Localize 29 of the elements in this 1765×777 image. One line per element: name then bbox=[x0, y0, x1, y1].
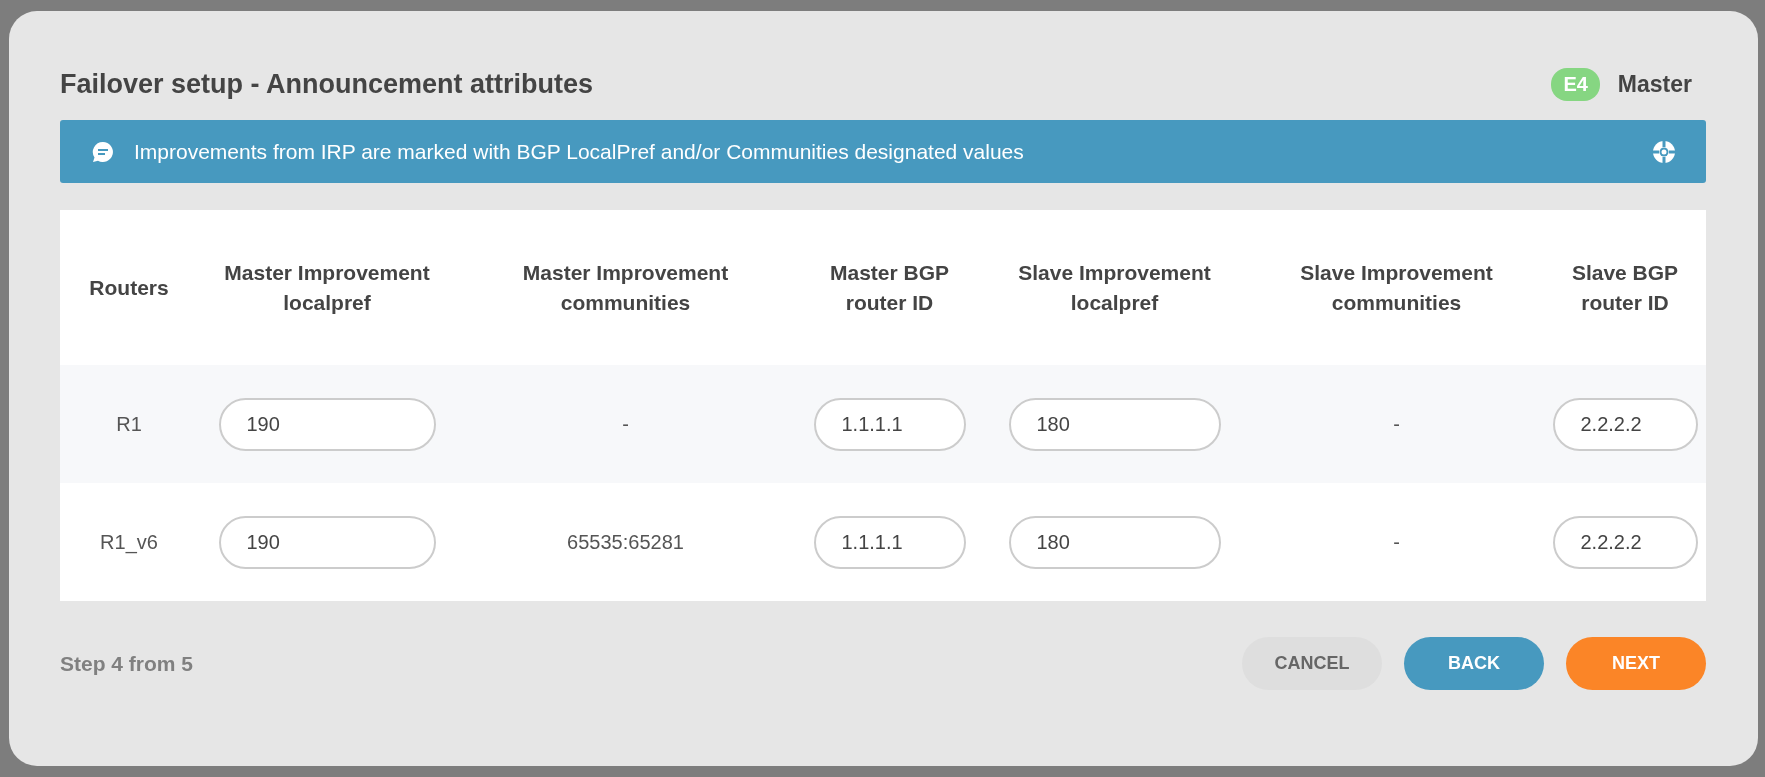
text-field[interactable]: 190 bbox=[218, 397, 436, 451]
table-cell: R1_v6 bbox=[100, 530, 158, 554]
table-cell: R1 bbox=[116, 412, 142, 436]
text-field[interactable]: 190 bbox=[218, 515, 436, 569]
lifebuoy-icon[interactable] bbox=[1652, 139, 1676, 164]
column-header: Slave Improvement communities bbox=[1299, 259, 1494, 316]
table-cell: - bbox=[1393, 412, 1400, 436]
status-badge: E4 bbox=[1551, 67, 1600, 101]
dialog-title: Failover setup - Announcement attributes bbox=[60, 68, 594, 100]
text-field[interactable]: 1.1.1.1 bbox=[813, 397, 966, 451]
table-cell: - bbox=[1393, 530, 1400, 554]
column-header: Master Improvement localpref bbox=[223, 259, 431, 316]
table-cell: - bbox=[622, 412, 629, 436]
text-field[interactable]: 2.2.2.2 bbox=[1552, 397, 1698, 451]
step-indicator: Step 4 from 5 bbox=[60, 651, 194, 676]
column-header: Slave BGP router ID bbox=[1570, 259, 1680, 316]
chat-icon bbox=[92, 140, 114, 163]
banner-text: Improvements from IRP are marked with BGP LocalPref and/or Communities designated values bbox=[134, 139, 1025, 164]
table-cell: 65535:65281 bbox=[567, 530, 684, 554]
text-field[interactable]: 180 bbox=[1008, 397, 1221, 451]
text-field[interactable]: 1.1.1.1 bbox=[813, 515, 966, 569]
column-header: Routers bbox=[88, 274, 170, 301]
text-field[interactable]: 2.2.2.2 bbox=[1552, 515, 1698, 569]
cancel-button[interactable]: CANCEL bbox=[1242, 637, 1382, 690]
column-header: Master BGP router ID bbox=[828, 259, 950, 316]
role-label: Master bbox=[1617, 70, 1692, 98]
column-header: Slave Improvement localpref bbox=[1017, 259, 1212, 316]
text-field[interactable]: 180 bbox=[1008, 515, 1221, 569]
column-header: Master Improvement communities bbox=[521, 259, 730, 316]
